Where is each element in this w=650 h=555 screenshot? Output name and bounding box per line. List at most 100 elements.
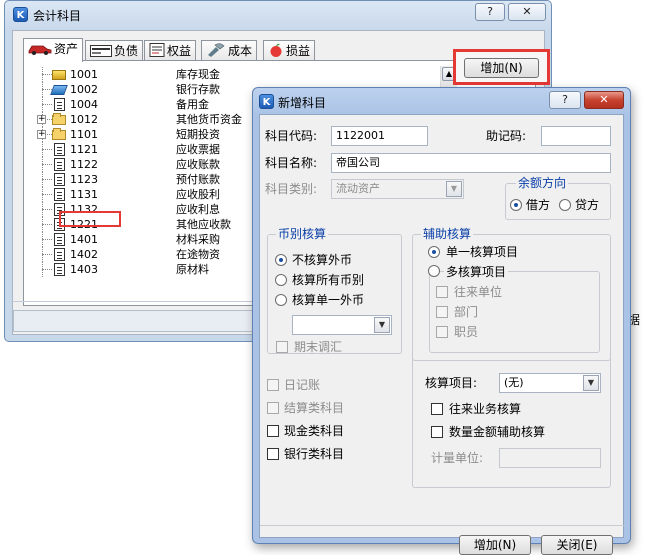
currency-none-label[interactable]: 不核算外币: [292, 252, 352, 268]
aux-multi-radio[interactable]: [428, 265, 440, 277]
account-name: 短期投资: [176, 128, 220, 141]
code-input[interactable]: 1122001: [331, 126, 428, 146]
currency-select[interactable]: ▼: [292, 315, 392, 335]
account-code: 1001: [70, 68, 98, 81]
currency-single-radio[interactable]: [275, 294, 287, 306]
tab-profit-loss-label: 损益: [286, 44, 311, 58]
ar-ap-audit-checkbox[interactable]: [431, 403, 443, 415]
dialog-body: 科目代码: 1122001 助记码: 科目名称: 帝国公司 科目类别: 流动资产…: [259, 114, 625, 555]
tree-line: [42, 194, 52, 195]
account-name: 应收利息: [176, 203, 220, 216]
name-label: 科目名称:: [265, 156, 318, 170]
tools-icon: [208, 43, 225, 57]
tree-line: [42, 149, 52, 150]
dialog-help-button[interactable]: ?: [549, 91, 581, 109]
dialog-close-footer-button[interactable]: 关闭(E): [541, 535, 613, 555]
category-label: 科目类别:: [265, 182, 318, 196]
expand-plus-icon[interactable]: +: [37, 115, 46, 124]
balance-direction-group: 余额方向 借方 贷方: [505, 176, 611, 220]
settlement-label: 结算类科目: [284, 401, 345, 415]
account-name: 原材料: [176, 263, 209, 276]
currency-group-title: 币别核算: [276, 227, 329, 241]
accounts-window-titlebar[interactable]: K 会计科目 ? ✕: [5, 1, 551, 29]
cash-icon: [52, 70, 66, 80]
tree-line: [42, 254, 52, 255]
currency-all-radio[interactable]: [275, 274, 287, 286]
account-name: 银行存款: [176, 83, 220, 96]
aux-item-label: 往来单位: [454, 285, 503, 299]
tab-equity[interactable]: 权益: [144, 40, 197, 61]
add-account-button[interactable]: 增加(N): [464, 58, 539, 78]
tab-cost[interactable]: 成本: [201, 40, 258, 61]
debit-radio[interactable]: [510, 199, 522, 211]
name-input[interactable]: 帝国公司: [331, 153, 611, 173]
unit-label: 计量单位:: [431, 451, 484, 465]
credit-label[interactable]: 贷方: [575, 197, 599, 213]
cash-account-checkbox[interactable]: [267, 425, 279, 437]
journal-checkbox: [267, 379, 279, 391]
dialog-close-button[interactable]: ✕: [584, 91, 624, 109]
mnemonic-input[interactable]: [541, 126, 611, 146]
document-icon: [54, 233, 65, 246]
auxiliary-group-title: 辅助核算: [421, 227, 474, 241]
audit-item-select[interactable]: (无) ▼: [499, 373, 601, 393]
tab-assets[interactable]: 资产: [23, 38, 84, 62]
dialog-footer-divider: [260, 525, 625, 526]
bank-account-label[interactable]: 银行类科目: [284, 446, 344, 462]
folder-icon: [52, 128, 66, 140]
currency-all-label[interactable]: 核算所有币别: [292, 272, 364, 288]
close-button[interactable]: ✕: [508, 3, 546, 21]
chevron-down-icon[interactable]: ▼: [374, 317, 390, 333]
document-icon: [54, 248, 65, 261]
help-button[interactable]: ?: [475, 3, 505, 21]
aux-single-radio[interactable]: [428, 246, 440, 258]
aux-multi-label[interactable]: 多核算项目: [444, 264, 509, 280]
account-name: 其他应收款: [176, 218, 231, 231]
apple-icon: [270, 43, 282, 57]
account-name: 应收账款: [176, 158, 220, 171]
account-name: 库存现金: [176, 68, 220, 81]
bank-account-checkbox[interactable]: [267, 448, 279, 460]
auxiliary-group: 辅助核算 单一核算项目 多核算项目 往来单位 部门 职员: [412, 227, 611, 361]
currency-single-label[interactable]: 核算单一外币: [292, 292, 364, 308]
account-code: 1402: [70, 248, 98, 261]
currency-group: 币别核算 不核算外币 核算所有币别 核算单一外币 ▼ 期末调汇: [267, 227, 402, 354]
account-code: 1403: [70, 263, 98, 276]
car-icon: [28, 45, 52, 55]
chevron-down-icon[interactable]: ▼: [583, 375, 599, 391]
aux-item-checkbox: [436, 326, 448, 338]
ar-ap-audit-label[interactable]: 往来业务核算: [449, 401, 521, 417]
journal-label: 日记账: [284, 378, 321, 392]
document-icon: [54, 188, 65, 201]
card-icon: [90, 45, 112, 57]
new-account-dialog: K 新增科目 ? ✕ 科目代码: 1122001 助记码: 科目名称: 帝国公司…: [252, 87, 631, 555]
aux-single-label[interactable]: 单一核算项目: [446, 244, 518, 260]
account-code: 1123: [70, 173, 98, 186]
currency-none-radio[interactable]: [275, 254, 287, 266]
category-select: 流动资产 ▼: [331, 179, 464, 199]
dialog-titlebar[interactable]: K 新增科目 ? ✕: [253, 88, 630, 114]
tab-liabilities[interactable]: 负债: [85, 40, 144, 61]
account-code: 1004: [70, 98, 98, 111]
tree-line: [42, 179, 52, 180]
document-icon: [54, 263, 65, 276]
tab-assets-label: 资产: [54, 42, 79, 56]
chevron-down-icon: ▼: [446, 181, 462, 197]
cash-account-label[interactable]: 现金类科目: [284, 423, 344, 439]
audit-group: 核算项目: (无) ▼ 往来业务核算 数量金额辅助核算 计量单位:: [412, 355, 611, 488]
document-icon: [54, 173, 65, 186]
tree-line: [42, 269, 52, 270]
qty-amount-label[interactable]: 数量金额辅助核算: [449, 424, 545, 440]
tab-profit-loss[interactable]: 损益: [263, 40, 316, 61]
account-name: 应收票据: [176, 143, 220, 156]
tree-line: [42, 104, 52, 105]
tree-line: [42, 239, 52, 240]
credit-radio[interactable]: [559, 199, 571, 211]
qty-amount-checkbox[interactable]: [431, 426, 443, 438]
debit-label[interactable]: 借方: [526, 197, 550, 213]
dialog-add-button[interactable]: 增加(N): [459, 535, 531, 555]
expand-plus-icon[interactable]: +: [37, 130, 46, 139]
tree-row[interactable]: 1001 库存现金: [30, 67, 470, 82]
category-value: 流动资产: [336, 182, 380, 195]
document-icon: [149, 43, 165, 57]
